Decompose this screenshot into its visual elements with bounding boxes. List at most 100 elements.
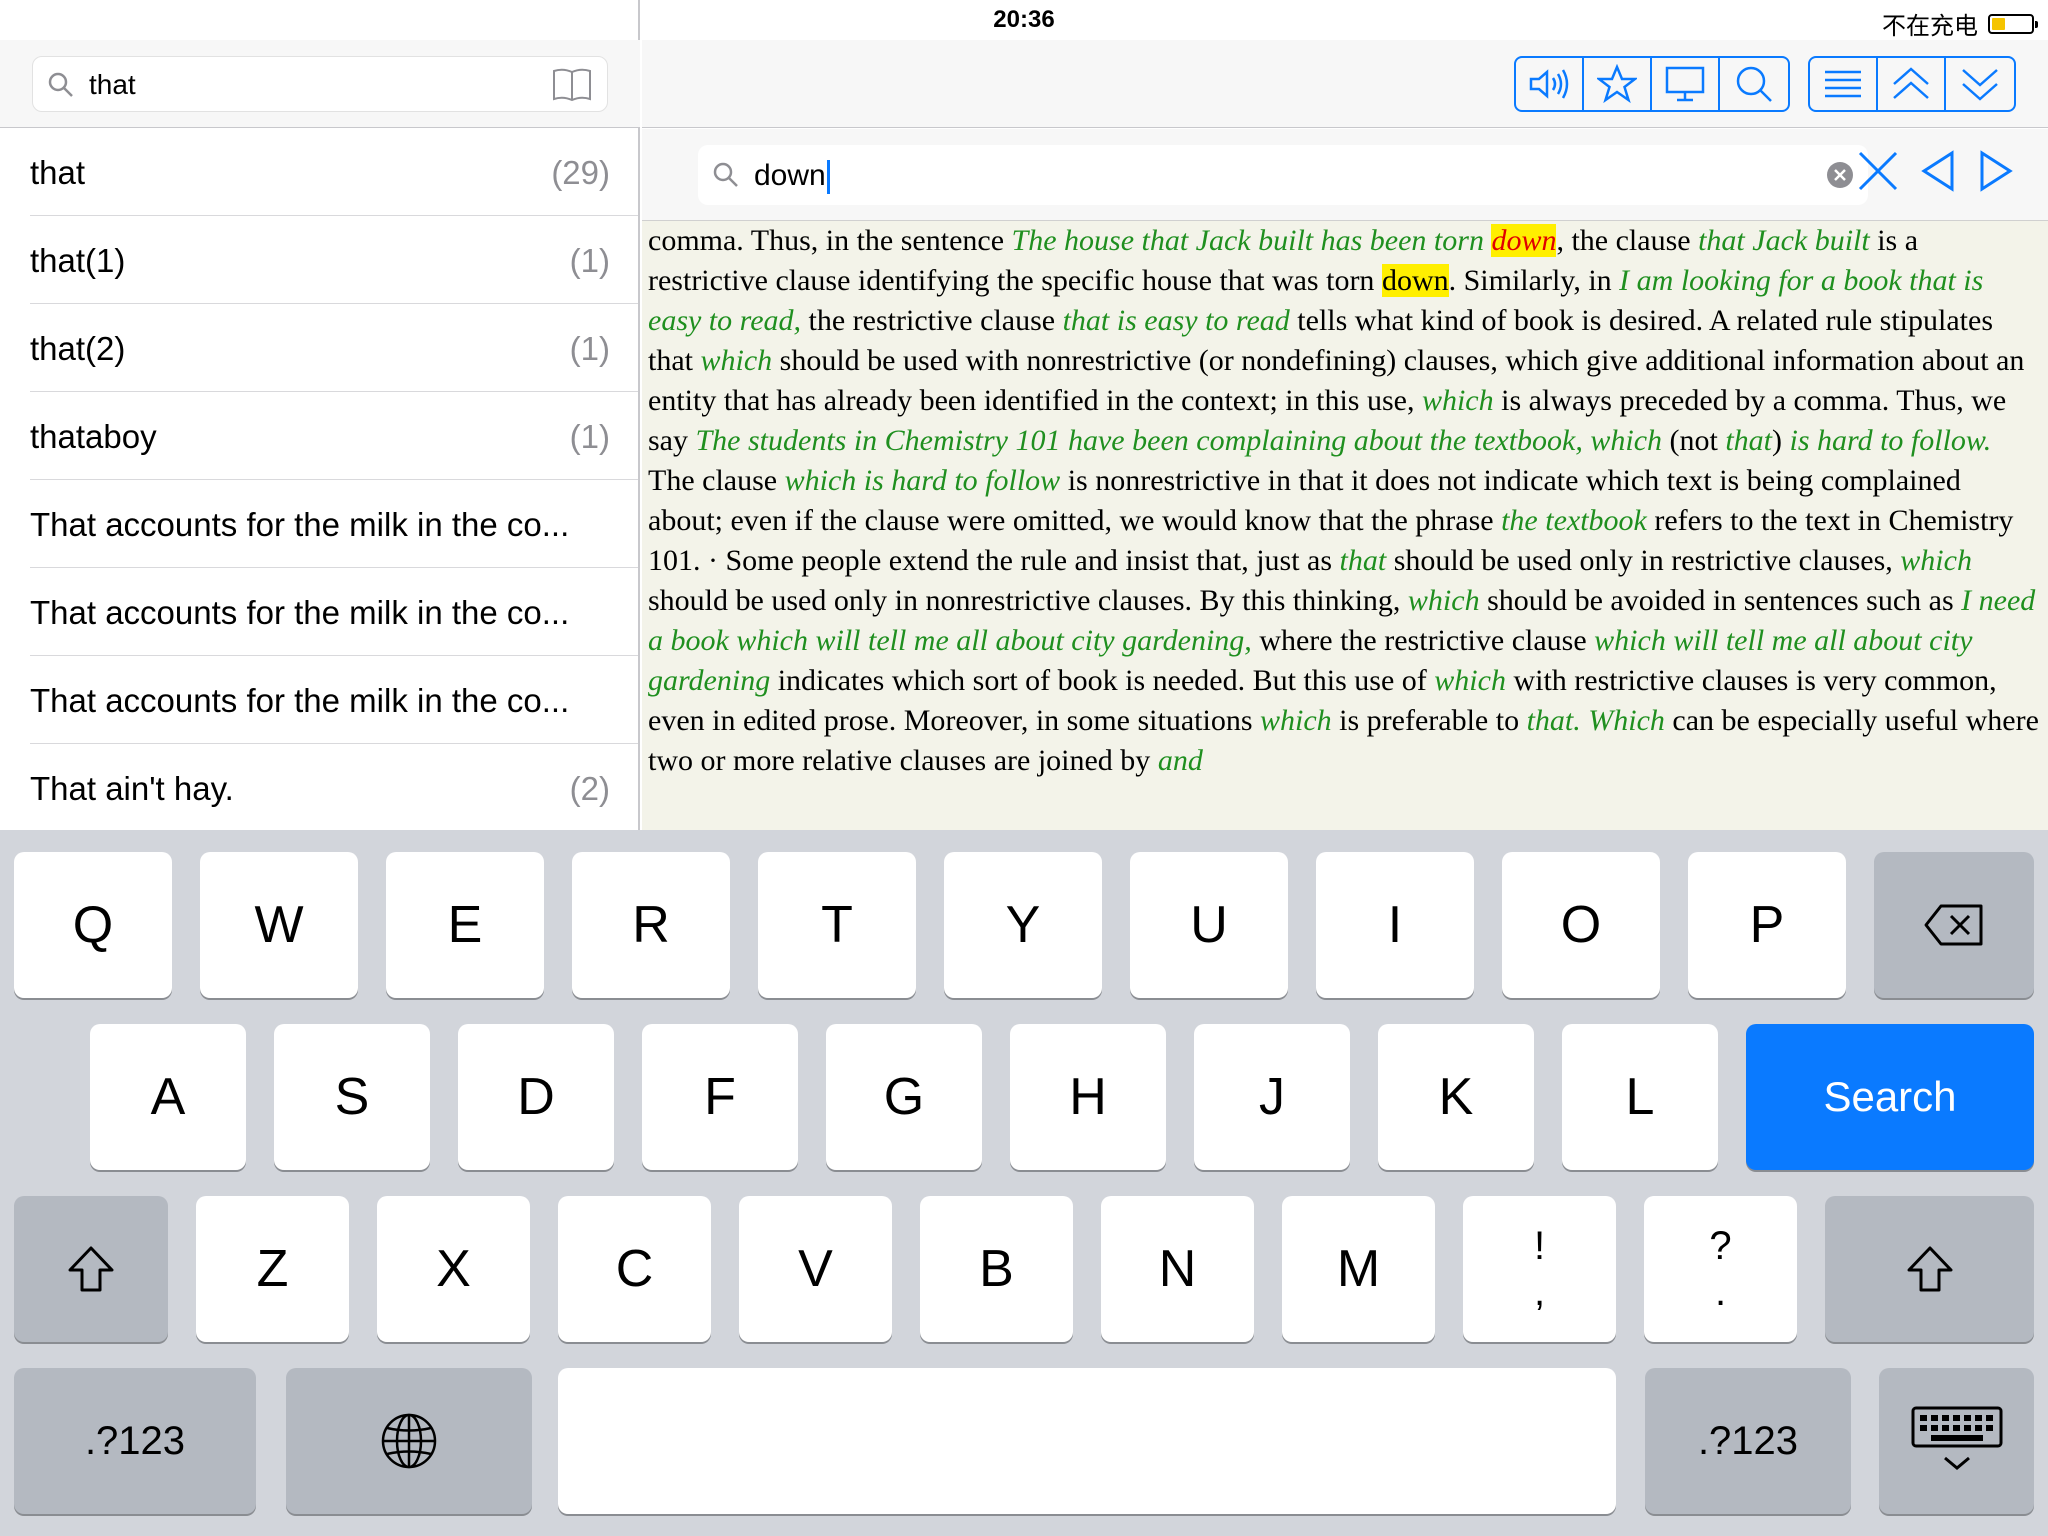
hide-keyboard-key[interactable] bbox=[1879, 1368, 2034, 1514]
text-run: (not bbox=[1662, 424, 1726, 457]
book-icon[interactable] bbox=[551, 67, 593, 103]
text-run: is preferable to bbox=[1331, 704, 1527, 737]
list-icon bbox=[1825, 70, 1861, 98]
key-r[interactable]: R bbox=[572, 852, 730, 998]
key-u[interactable]: U bbox=[1130, 852, 1288, 998]
word-list-item-count: (2) bbox=[569, 770, 610, 807]
clear-icon[interactable] bbox=[1826, 161, 1854, 189]
key-g[interactable]: G bbox=[826, 1024, 982, 1170]
key-w[interactable]: W bbox=[200, 852, 358, 998]
shift-key-right[interactable] bbox=[1825, 1196, 2034, 1342]
key-exclamation-comma[interactable]: !, bbox=[1463, 1196, 1616, 1342]
key-k[interactable]: K bbox=[1378, 1024, 1534, 1170]
find-input[interactable]: down bbox=[698, 145, 1868, 205]
monitor-icon bbox=[1665, 66, 1705, 102]
example-text: which is hard to follow bbox=[784, 464, 1061, 497]
word-list-item[interactable]: that (29) bbox=[30, 128, 638, 216]
word-list-item-label: That accounts for the milk in the co... bbox=[30, 682, 570, 719]
key-v[interactable]: V bbox=[739, 1196, 892, 1342]
example-text: The house that Jack built has been torn bbox=[1011, 224, 1492, 257]
key-secondary: . bbox=[1714, 1270, 1727, 1314]
word-list-item-label: That ain't hay. bbox=[30, 770, 234, 807]
key-l[interactable]: L bbox=[1562, 1024, 1718, 1170]
example-text: which bbox=[1434, 664, 1506, 697]
next-entry-button[interactable] bbox=[1946, 58, 2014, 110]
star-icon bbox=[1597, 64, 1637, 104]
text-run: The clause bbox=[648, 464, 785, 497]
speaker-button[interactable] bbox=[1516, 58, 1584, 110]
close-icon[interactable] bbox=[1856, 149, 1900, 193]
key-m[interactable]: M bbox=[1282, 1196, 1435, 1342]
key-primary: ! bbox=[1533, 1224, 1546, 1268]
key-a[interactable]: A bbox=[90, 1024, 246, 1170]
text-run: comma. Thus, in the sentence bbox=[648, 224, 1012, 257]
numbers-key-right[interactable]: .?123 bbox=[1645, 1368, 1851, 1514]
example-text: is hard to follow. bbox=[1789, 424, 1992, 457]
globe-icon bbox=[381, 1413, 437, 1469]
definition-content: comma. Thus, in the sentence The house t… bbox=[642, 221, 2048, 830]
word-list-item[interactable]: thataboy (1) bbox=[30, 392, 638, 480]
shift-icon bbox=[68, 1246, 114, 1292]
space-key[interactable] bbox=[558, 1368, 1616, 1514]
chevron-down-double-icon bbox=[1962, 69, 1998, 101]
display-button[interactable] bbox=[1652, 58, 1720, 110]
word-list-item[interactable]: that(1) (1) bbox=[30, 216, 638, 304]
word-list-item-label: that(2) bbox=[30, 330, 126, 367]
backspace-key[interactable] bbox=[1874, 852, 2034, 998]
word-list-item-count: (1) bbox=[569, 418, 610, 455]
word-list-item[interactable]: That accounts for the milk in the co... bbox=[30, 568, 638, 656]
key-i[interactable]: I bbox=[1316, 852, 1474, 998]
next-match-icon[interactable] bbox=[1976, 149, 2016, 193]
key-e[interactable]: E bbox=[386, 852, 544, 998]
right-toolbar bbox=[642, 40, 2048, 128]
favorite-button[interactable] bbox=[1584, 58, 1652, 110]
text-caret bbox=[826, 160, 830, 195]
key-h[interactable]: H bbox=[1010, 1024, 1166, 1170]
key-question-period[interactable]: ?. bbox=[1644, 1196, 1797, 1342]
example-text: that is easy to read bbox=[1062, 304, 1290, 337]
key-t[interactable]: T bbox=[758, 852, 916, 998]
previous-entry-button[interactable] bbox=[1878, 58, 1946, 110]
key-f[interactable]: F bbox=[642, 1024, 798, 1170]
word-list-item[interactable]: That ain't hay. (2) bbox=[30, 744, 638, 832]
previous-match-icon[interactable] bbox=[1918, 149, 1958, 193]
key-y[interactable]: Y bbox=[944, 852, 1102, 998]
key-p[interactable]: P bbox=[1688, 852, 1846, 998]
key-x[interactable]: X bbox=[377, 1196, 530, 1342]
search-key[interactable]: Search bbox=[1746, 1024, 2034, 1170]
shift-key-left[interactable] bbox=[14, 1196, 168, 1342]
example-text: the textbook bbox=[1501, 504, 1647, 537]
key-d[interactable]: D bbox=[458, 1024, 614, 1170]
text-run: indicates which sort of book is needed. … bbox=[770, 664, 1435, 697]
example-text: that bbox=[1339, 544, 1387, 577]
search-text-button[interactable] bbox=[1720, 58, 1788, 110]
toolbar-group-main bbox=[1514, 56, 1790, 112]
word-list-item-label: that(1) bbox=[30, 242, 126, 279]
left-search-bar: that bbox=[0, 40, 640, 128]
word-list-item[interactable]: that(2) (1) bbox=[30, 304, 638, 392]
search-icon bbox=[48, 72, 73, 97]
key-primary: ? bbox=[1709, 1224, 1732, 1268]
definition-text: comma. Thus, in the sentence The house t… bbox=[642, 221, 2048, 781]
globe-key[interactable] bbox=[286, 1368, 532, 1514]
key-s[interactable]: S bbox=[274, 1024, 430, 1170]
search-match: down bbox=[1381, 264, 1449, 297]
text-run: the restrictive clause bbox=[801, 304, 1063, 337]
key-j[interactable]: J bbox=[1194, 1024, 1350, 1170]
word-list-item[interactable]: That accounts for the milk in the co... bbox=[30, 480, 638, 568]
on-screen-keyboard: Q W E R T Y U I O P A S D F G H J K L Search Z X C V B N M!,?. .?12… bbox=[0, 830, 2048, 1536]
key-b[interactable]: B bbox=[920, 1196, 1073, 1342]
find-value: down bbox=[754, 159, 826, 192]
word-list-item[interactable]: That accounts for the milk in the co... bbox=[30, 656, 638, 744]
text-run: . Similarly, in bbox=[1448, 264, 1620, 297]
numbers-key-left[interactable]: .?123 bbox=[14, 1368, 256, 1514]
list-button[interactable] bbox=[1810, 58, 1878, 110]
key-z[interactable]: Z bbox=[196, 1196, 349, 1342]
key-c[interactable]: C bbox=[558, 1196, 711, 1342]
search-icon bbox=[1736, 66, 1772, 102]
find-in-page-bar: down bbox=[642, 129, 2048, 221]
key-q[interactable]: Q bbox=[14, 852, 172, 998]
key-o[interactable]: O bbox=[1502, 852, 1660, 998]
key-n[interactable]: N bbox=[1101, 1196, 1254, 1342]
word-search-input[interactable]: that bbox=[32, 56, 608, 112]
